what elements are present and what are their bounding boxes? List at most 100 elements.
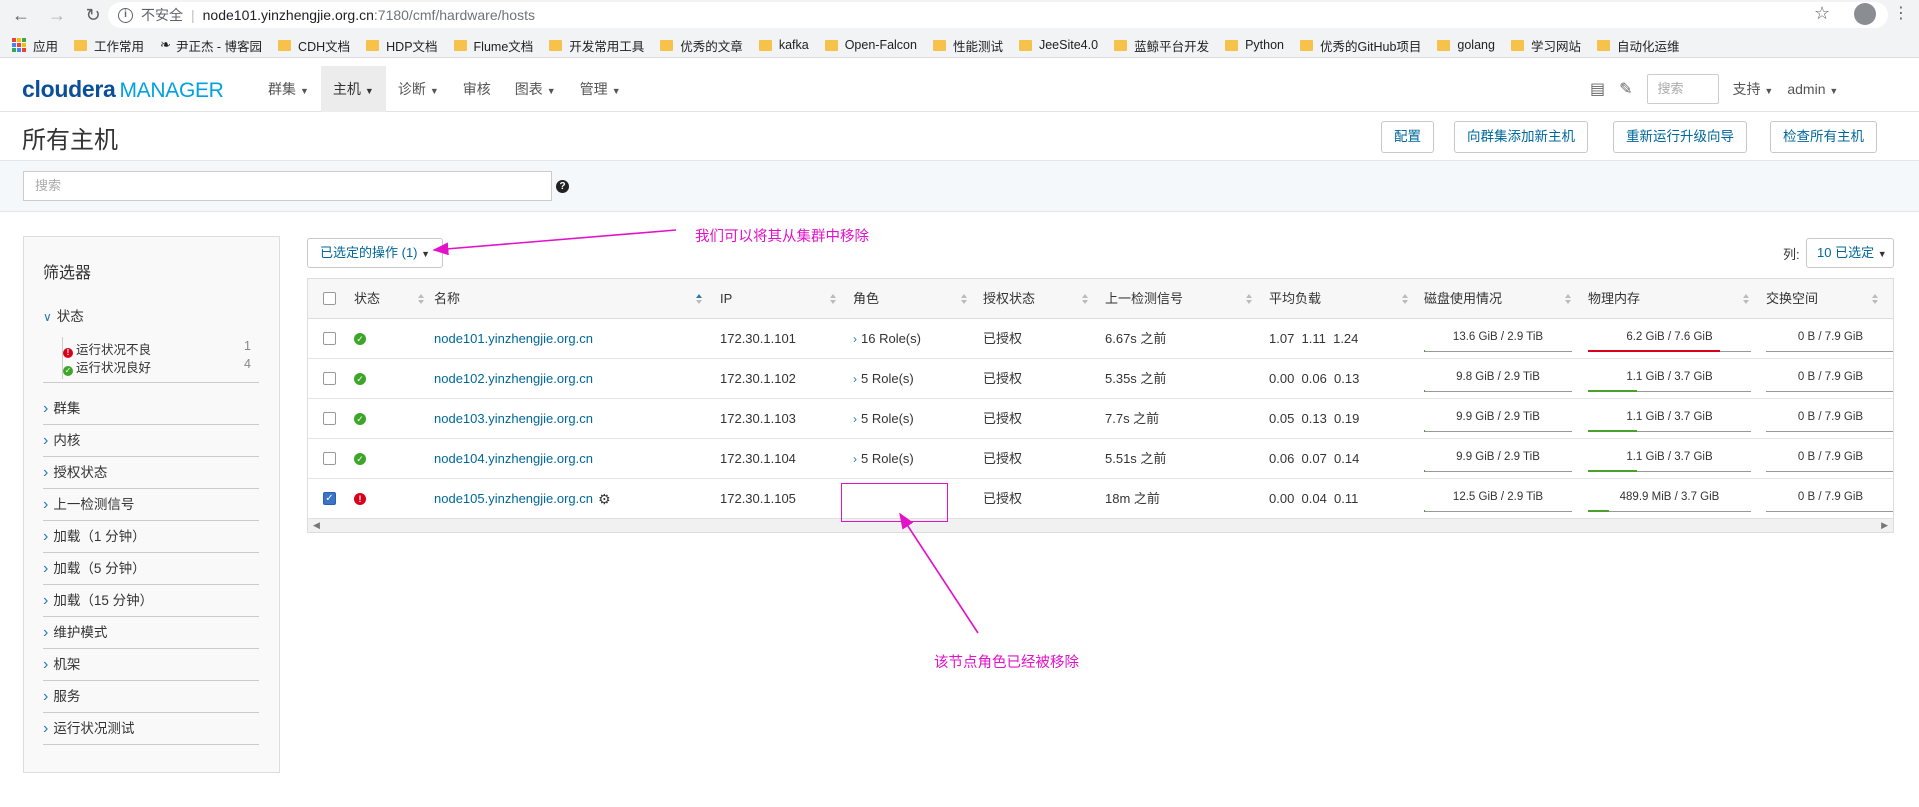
col-status[interactable]: 状态 xyxy=(354,279,380,319)
row-checkbox[interactable] xyxy=(323,452,336,465)
support-menu[interactable]: 支持 ▼ xyxy=(1733,79,1774,99)
rerun-upgrade-wizard-button[interactable]: 重新运行升级向导 xyxy=(1613,121,1747,153)
sort-icon[interactable] xyxy=(1082,294,1089,304)
col-roles[interactable]: 角色 xyxy=(853,279,879,319)
host-search-input[interactable]: 搜索 xyxy=(23,171,552,201)
host-name-link[interactable]: node103.yinzhengjie.org.cn xyxy=(434,399,593,439)
filter-group[interactable]: › 机架 xyxy=(43,653,259,681)
filter-group[interactable]: › 加载（15 分钟） xyxy=(43,589,259,617)
horizontal-scrollbar[interactable]: ◀ ▶ xyxy=(308,518,1893,532)
filter-group[interactable]: › 上一检测信号 xyxy=(43,493,259,521)
address-separator: | xyxy=(191,7,195,23)
col-memory[interactable]: 物理内存 xyxy=(1588,279,1640,319)
col-heartbeat[interactable]: 上一检测信号 xyxy=(1105,279,1183,319)
select-all-checkbox[interactable] xyxy=(323,292,336,305)
host-roles[interactable]: › 5 Role(s) xyxy=(853,439,914,479)
add-hosts-button[interactable]: 向群集添加新主机 xyxy=(1454,121,1588,153)
sort-icon[interactable] xyxy=(1743,294,1750,304)
host-name-link[interactable]: node105.yinzhengjie.org.cn ⚙ xyxy=(434,479,611,519)
bookmark-star-icon[interactable]: ☆ xyxy=(1814,3,1830,24)
parcel-icon[interactable]: ▤ xyxy=(1590,79,1605,99)
user-menu[interactable]: admin ▼ xyxy=(1787,81,1838,97)
inspect-all-hosts-button[interactable]: 检查所有主机 xyxy=(1770,121,1877,153)
filter-group[interactable]: › 加载（1 分钟） xyxy=(43,525,259,553)
profile-avatar[interactable] xyxy=(1854,3,1876,25)
host-roles[interactable]: › 5 Role(s) xyxy=(853,399,914,439)
bookmark-apps[interactable]: 应用 xyxy=(12,36,58,55)
host-load: 0.00 0.06 0.13 xyxy=(1269,371,1360,386)
col-auth[interactable]: 授权状态 xyxy=(983,279,1035,319)
bookmark-item[interactable]: 工作常用 xyxy=(74,36,144,55)
host-name-link[interactable]: node102.yinzhengjie.org.cn xyxy=(434,359,593,399)
filter-group[interactable]: › 群集 xyxy=(43,397,259,425)
nav-clusters[interactable]: 群集 ▼ xyxy=(256,66,321,112)
bookmark-item[interactable]: Flume文档 xyxy=(453,36,533,55)
bookmark-item[interactable]: 性能测试 xyxy=(932,36,1003,55)
col-disk[interactable]: 磁盘使用情况 xyxy=(1424,279,1502,319)
bookmark-item[interactable]: 学习网站 xyxy=(1510,36,1581,55)
sort-icon[interactable] xyxy=(830,294,837,304)
filter-group[interactable]: › 加载（5 分钟） xyxy=(43,557,259,585)
bookmark-item[interactable]: 自动化运维 xyxy=(1596,36,1679,55)
header-search-input[interactable]: 搜索 xyxy=(1646,74,1719,104)
commission-gear-icon[interactable]: ⚙ xyxy=(598,479,611,519)
sort-icon[interactable] xyxy=(1246,294,1253,304)
selected-actions-button[interactable]: 已选定的操作 (1) ▼ xyxy=(307,238,444,268)
bookmark-item[interactable]: 开发常用工具 xyxy=(549,36,644,55)
host-name-link[interactable]: node104.yinzhengjie.org.cn xyxy=(434,439,593,479)
host-name-link[interactable]: node101.yinzhengjie.org.cn xyxy=(434,319,593,359)
nav-charts[interactable]: 图表 ▼ xyxy=(503,66,568,112)
browser-menu-icon[interactable]: ⋮ xyxy=(1893,3,1909,23)
bookmark-item[interactable]: ❧ 尹正杰 - 博客园 xyxy=(160,36,262,55)
bookmark-item[interactable]: 优秀的文章 xyxy=(660,36,743,55)
columns-selector-button[interactable]: 10 已选定 ▼ xyxy=(1806,238,1894,268)
nav-admin[interactable]: 管理 ▼ xyxy=(568,66,633,112)
sort-asc-icon[interactable] xyxy=(696,294,703,304)
folder-icon xyxy=(1300,39,1313,51)
host-roles[interactable]: › 16 Role(s) xyxy=(853,319,921,359)
col-swap[interactable]: 交换空间 xyxy=(1766,279,1818,319)
col-ip[interactable]: IP xyxy=(720,279,732,319)
filter-status[interactable]: ∨ 状态 xyxy=(43,305,259,325)
scroll-right-icon[interactable]: ▶ xyxy=(1881,520,1888,531)
sort-icon[interactable] xyxy=(1402,294,1409,304)
sort-icon[interactable] xyxy=(961,294,968,304)
row-checkbox[interactable] xyxy=(323,412,336,425)
col-name[interactable]: 名称 xyxy=(434,279,460,319)
bookmark-item[interactable]: CDH文档 xyxy=(278,36,350,55)
nav-diagnostics[interactable]: 诊断 ▼ xyxy=(386,66,451,112)
back-arrow-icon[interactable]: ← xyxy=(10,4,32,26)
address-bar[interactable]: i 不安全 | node101.yinzhengjie.org.cn:7180/… xyxy=(108,2,1888,28)
filter-group[interactable]: › 授权状态 xyxy=(43,461,259,489)
filter-group[interactable]: › 服务 xyxy=(43,685,259,713)
filter-group[interactable]: › 运行状况测试 xyxy=(43,717,259,745)
nav-hosts[interactable]: 主机 ▼ xyxy=(320,66,386,112)
nav-audits[interactable]: 审核 xyxy=(451,66,503,112)
bookmark-item[interactable]: golang xyxy=(1437,38,1495,52)
sort-icon[interactable] xyxy=(418,294,425,304)
help-icon[interactable]: ? xyxy=(556,180,569,193)
scroll-left-icon[interactable]: ◀ xyxy=(313,520,320,531)
row-checkbox[interactable] xyxy=(323,332,336,345)
sort-icon[interactable] xyxy=(1872,294,1879,304)
forward-arrow-icon[interactable]: → xyxy=(46,4,68,26)
configure-button[interactable]: 配置 xyxy=(1381,121,1434,153)
row-checkbox[interactable]: ✓ xyxy=(323,492,336,505)
cloudera-logo[interactable]: cloudera MANAGER xyxy=(22,76,224,103)
col-load[interactable]: 平均负载 xyxy=(1269,279,1321,319)
host-roles[interactable]: › 5 Role(s) xyxy=(853,359,914,399)
bookmark-item[interactable]: kafka xyxy=(758,38,809,52)
bookmark-item[interactable]: 蓝鲸平台开发 xyxy=(1114,36,1209,55)
bookmark-item[interactable]: 优秀的GitHub项目 xyxy=(1300,36,1421,55)
commands-icon[interactable]: ✎ xyxy=(1619,79,1632,99)
bookmark-item[interactable]: Python xyxy=(1225,38,1284,52)
bookmark-item[interactable]: Open-Falcon xyxy=(824,38,917,52)
filter-group[interactable]: › 维护模式 xyxy=(43,621,259,649)
sort-icon[interactable] xyxy=(1565,294,1572,304)
row-checkbox[interactable] xyxy=(323,372,336,385)
bookmark-item[interactable]: JeeSite4.0 xyxy=(1018,38,1098,52)
info-icon[interactable]: i xyxy=(118,7,133,23)
reload-icon[interactable]: ↻ xyxy=(82,4,104,26)
bookmark-item[interactable]: HDP文档 xyxy=(366,36,438,55)
filter-group[interactable]: › 内核 xyxy=(43,429,259,457)
